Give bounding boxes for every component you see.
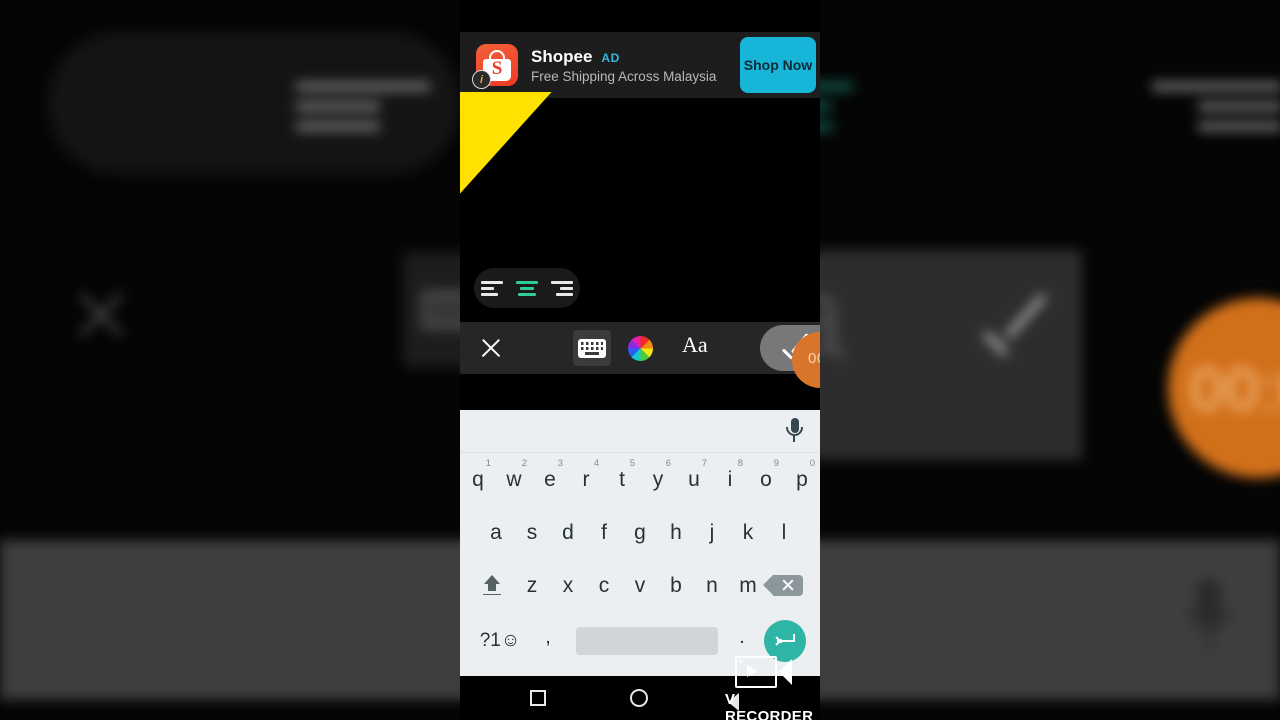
key-s[interactable]: s bbox=[514, 510, 550, 556]
space-key[interactable] bbox=[576, 627, 718, 655]
key-c[interactable]: c bbox=[586, 563, 622, 609]
close-icon[interactable] bbox=[476, 333, 506, 363]
key-a[interactable]: a bbox=[478, 510, 514, 556]
ad-title: Shopee bbox=[531, 46, 593, 66]
ad-text-block: Shopee AD Free Shipping Across Malaysia bbox=[531, 47, 740, 84]
square-icon[interactable] bbox=[530, 690, 546, 706]
video-camera-icon bbox=[735, 656, 793, 690]
background-microphone-icon bbox=[1188, 578, 1230, 650]
keyboard-row-3: z x c v b n m bbox=[460, 559, 820, 612]
key-x[interactable]: x bbox=[550, 563, 586, 609]
key-g[interactable]: g bbox=[622, 510, 658, 556]
key-m[interactable]: m bbox=[730, 563, 766, 609]
keyboard-row-2: a s d f g h j k l bbox=[460, 506, 820, 559]
background-close-icon bbox=[72, 285, 130, 343]
on-screen-keyboard: 1q 2w 3e 4r 5t 6y 7u 8i 9o 0p a s d f g … bbox=[460, 410, 820, 676]
shop-now-button[interactable]: Shop Now bbox=[740, 37, 816, 93]
symbols-key[interactable]: ?1☺ bbox=[474, 630, 526, 652]
key-r[interactable]: 4r bbox=[568, 457, 604, 503]
key-q[interactable]: 1q bbox=[460, 457, 496, 503]
suggestion-strip bbox=[460, 410, 820, 453]
align-left-icon[interactable] bbox=[480, 280, 503, 296]
ad-badge: AD bbox=[601, 50, 620, 65]
text-editor-toolbar: Aa bbox=[460, 322, 820, 374]
key-v[interactable]: v bbox=[622, 563, 658, 609]
shift-icon[interactable] bbox=[470, 563, 514, 609]
font-style-button[interactable]: Aa bbox=[682, 332, 708, 358]
yellow-triangle-shape bbox=[460, 92, 552, 194]
keyboard-row-1: 1q 2w 3e 4r 5t 6y 7u 8i 9o 0p bbox=[460, 453, 820, 506]
ad-icon-wrap: S i bbox=[472, 44, 518, 89]
key-k[interactable]: k bbox=[730, 510, 766, 556]
keyboard-icon[interactable] bbox=[573, 330, 611, 366]
key-l[interactable]: l bbox=[766, 510, 802, 556]
circle-icon[interactable] bbox=[630, 689, 648, 707]
key-t[interactable]: 5t bbox=[604, 457, 640, 503]
background-rec-timer: 00:0 bbox=[1190, 356, 1280, 423]
microphone-icon[interactable] bbox=[785, 418, 804, 444]
key-e[interactable]: 3e bbox=[532, 457, 568, 503]
adchoices-icon[interactable]: i bbox=[472, 70, 491, 89]
key-y[interactable]: 6y bbox=[640, 457, 676, 503]
backspace-icon[interactable] bbox=[763, 563, 810, 609]
key-w[interactable]: 2w bbox=[496, 457, 532, 503]
phone-screen: S i Shopee AD Free Shipping Across Malay… bbox=[460, 0, 820, 720]
ad-banner[interactable]: S i Shopee AD Free Shipping Across Malay… bbox=[460, 32, 820, 98]
align-center-icon[interactable] bbox=[515, 280, 538, 296]
recording-timer: 00:0 bbox=[808, 350, 820, 367]
ad-subtitle: Free Shipping Across Malaysia bbox=[531, 68, 717, 84]
color-wheel-icon[interactable] bbox=[628, 336, 653, 361]
key-n[interactable]: n bbox=[694, 563, 730, 609]
key-f[interactable]: f bbox=[586, 510, 622, 556]
key-b[interactable]: b bbox=[658, 563, 694, 609]
watermark-label: V RECORDER bbox=[725, 691, 814, 720]
key-z[interactable]: z bbox=[514, 563, 550, 609]
ad-title-row: Shopee AD bbox=[531, 47, 740, 67]
period-key[interactable]: . bbox=[724, 626, 760, 657]
key-i[interactable]: 8i bbox=[712, 457, 748, 503]
key-u[interactable]: 7u bbox=[676, 457, 712, 503]
screen-recording-frame: 00:0 a S i Shopee AD bbox=[0, 0, 1280, 720]
key-j[interactable]: j bbox=[694, 510, 730, 556]
text-alignment-toolbar[interactable] bbox=[474, 268, 580, 308]
key-d[interactable]: d bbox=[550, 510, 586, 556]
key-p[interactable]: 0p bbox=[784, 457, 820, 503]
v-recorder-watermark: V RECORDER bbox=[725, 656, 820, 720]
background-align-pill bbox=[48, 32, 1280, 174]
key-o[interactable]: 9o bbox=[748, 457, 784, 503]
enter-icon bbox=[775, 634, 795, 648]
key-h[interactable]: h bbox=[658, 510, 694, 556]
align-right-icon[interactable] bbox=[551, 280, 574, 296]
comma-key[interactable]: , bbox=[526, 626, 570, 657]
background-check-icon bbox=[985, 312, 1051, 346]
